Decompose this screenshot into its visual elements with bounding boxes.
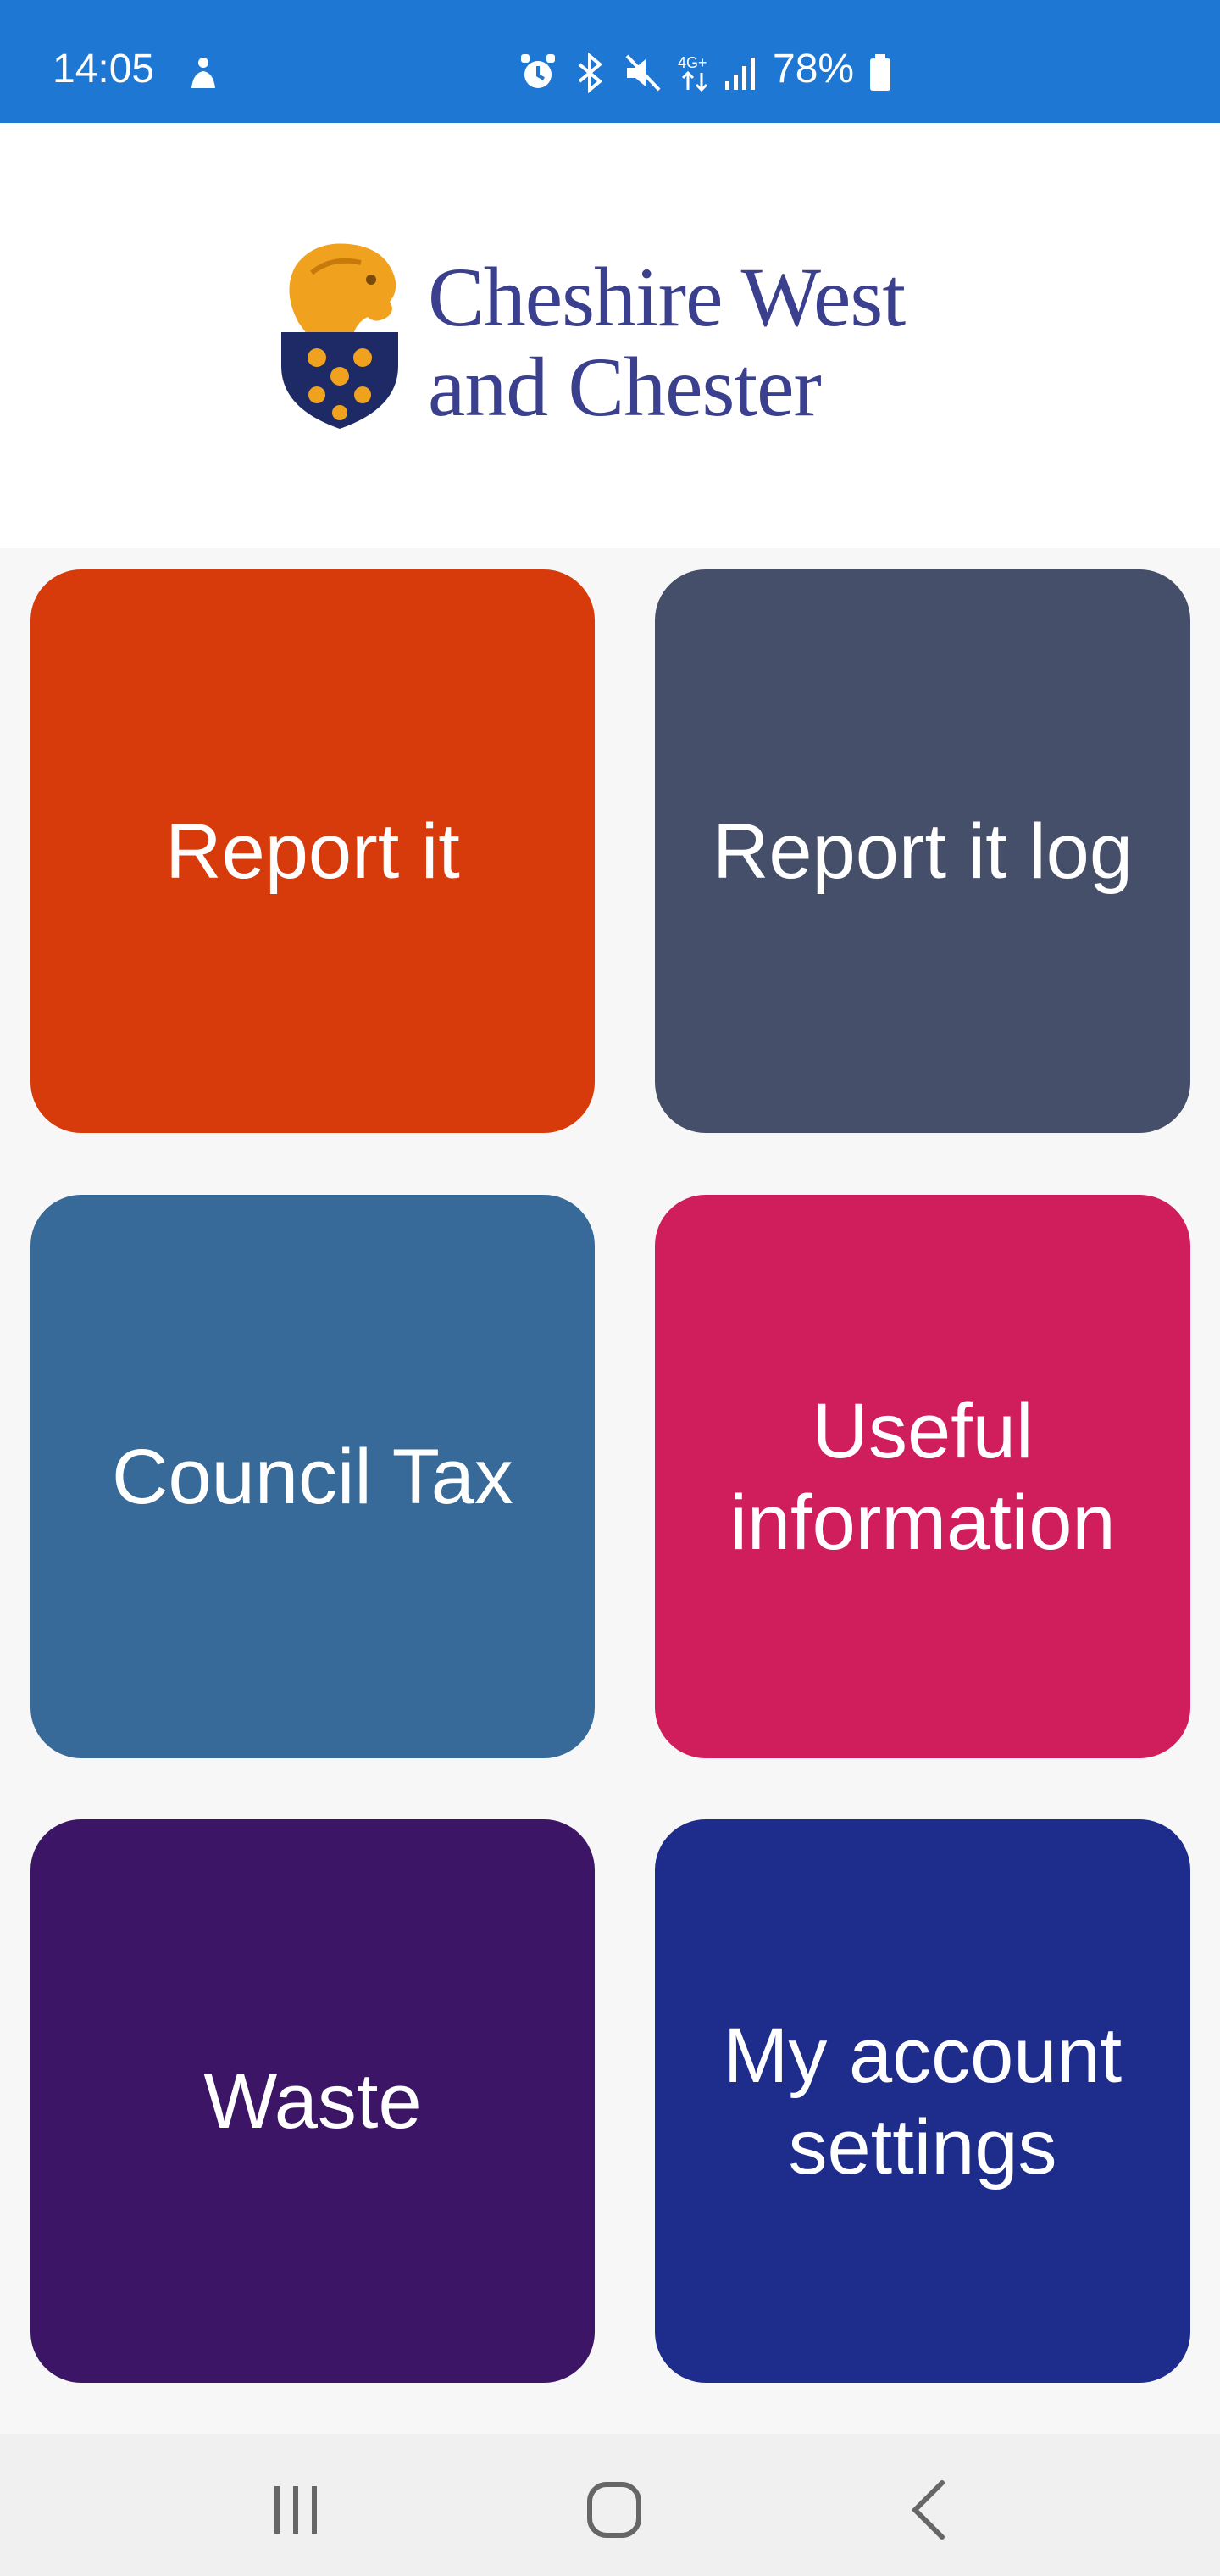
mute-icon	[624, 53, 663, 97]
back-icon[interactable]	[881, 2468, 974, 2552]
useful-information-label: Useful information	[729, 1387, 1116, 1566]
recent-apps-icon[interactable]	[249, 2468, 342, 2552]
report-it-tile[interactable]: Report it	[30, 569, 595, 1133]
logo-line-1: Cheshire West	[428, 250, 906, 344]
signal-icon	[722, 53, 759, 97]
status-bar: 14:05 4G+ 78%	[0, 0, 1220, 123]
my-account-settings-tile[interactable]: My account settings	[655, 1819, 1190, 2383]
waste-tile[interactable]: Waste	[30, 1819, 595, 2383]
report-it-log-tile[interactable]: Report it log	[655, 569, 1190, 1133]
status-time: 14:05	[53, 47, 155, 92]
council-tax-tile[interactable]: Council Tax	[30, 1195, 595, 1758]
4g-data-icon: 4G+	[674, 53, 715, 97]
report-it-log-label: Report it log	[712, 808, 1134, 895]
council-tax-label: Council Tax	[112, 1433, 513, 1520]
battery-icon	[868, 53, 893, 97]
home-icon[interactable]	[568, 2468, 661, 2552]
navigation-bar	[0, 2434, 1220, 2576]
alarm-icon	[518, 53, 557, 97]
svg-text:4G+: 4G+	[678, 54, 707, 71]
battery-percent: 78%	[773, 47, 855, 92]
accessibility-icon	[186, 56, 220, 94]
report-it-label: Report it	[165, 808, 460, 895]
waste-label: Waste	[203, 2057, 422, 2145]
council-logo-wordmark: Cheshire West and Chester	[428, 253, 970, 432]
my-account-settings-label: My account settings	[723, 2012, 1123, 2190]
council-crest-logo	[273, 239, 407, 432]
logo-line-2: and Chester	[428, 340, 822, 434]
useful-information-tile[interactable]: Useful information	[655, 1195, 1190, 1758]
bluetooth-icon	[573, 52, 607, 97]
